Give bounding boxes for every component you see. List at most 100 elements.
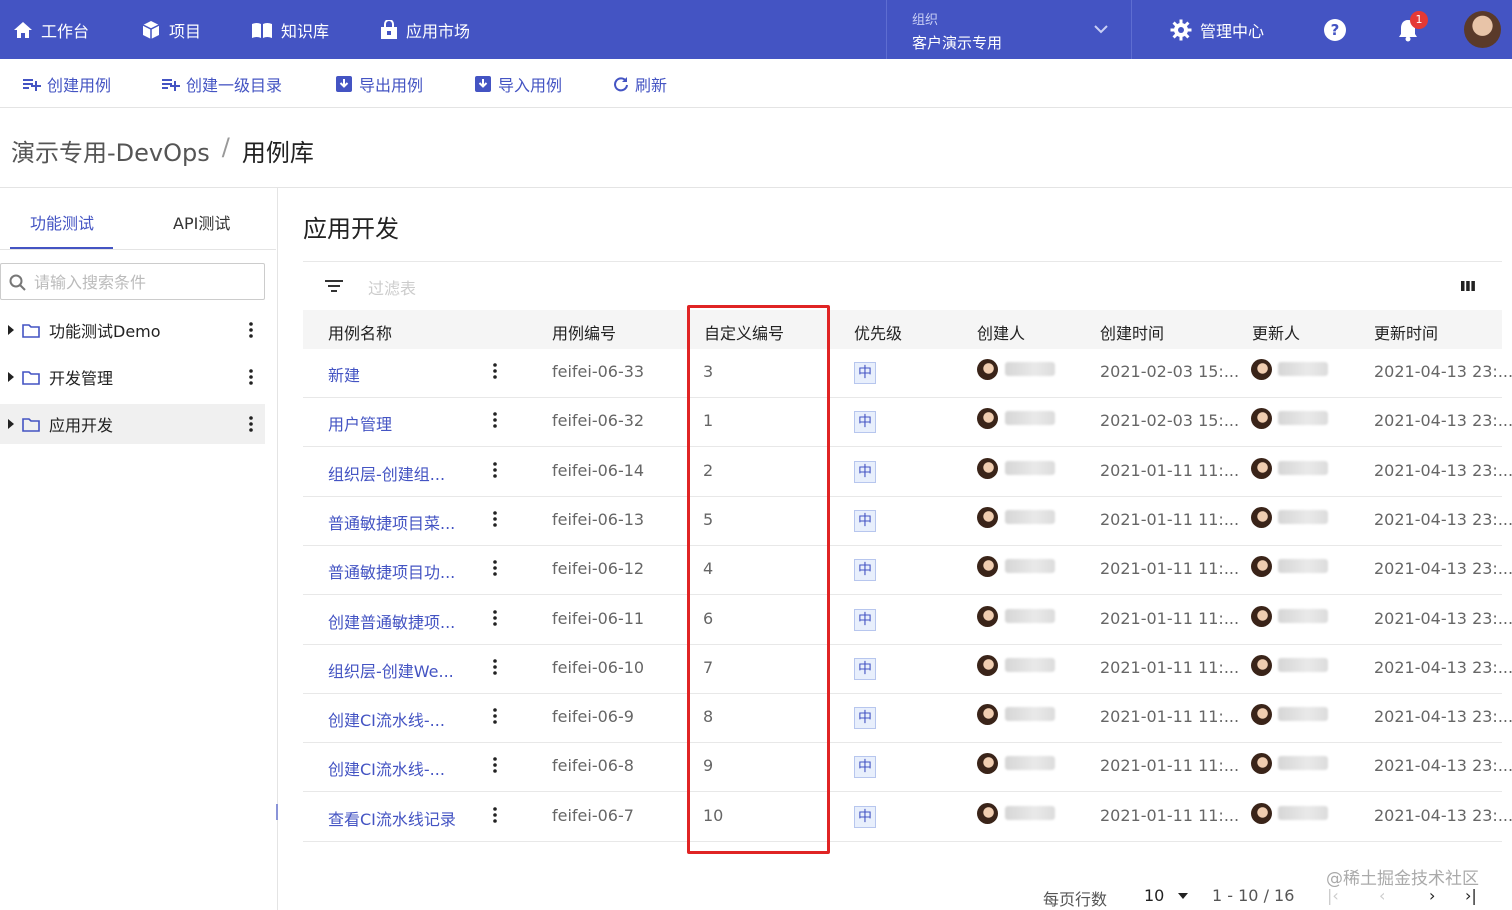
search-input[interactable] [34,270,254,294]
column-header[interactable]: 用例名称 [328,320,392,344]
column-header[interactable]: 更新时间 [1374,320,1438,344]
nav-knowledge-base[interactable]: 知识库 [251,0,329,59]
more-vertical-icon[interactable] [493,659,497,675]
tree-item-functional-demo[interactable]: 功能测试Demo [0,310,265,350]
updater-name-redacted [1278,756,1328,770]
more-vertical-icon[interactable] [493,708,497,724]
nav-workbench-label: 工作台 [41,21,90,41]
table-filter-input[interactable] [368,276,668,300]
help-icon[interactable]: ? [1324,19,1346,41]
table-row[interactable]: 用户管理 feifei-06-32 1 中 2021-02-03 15:... 2021-… [303,398,1512,447]
caret-right-icon[interactable] [0,419,22,429]
more-vertical-icon[interactable] [493,807,497,823]
case-name-link[interactable]: 新建 [328,362,360,386]
case-code: feifei-06-13 [552,510,645,529]
org-switcher[interactable]: 组织 客户演示专用 [886,0,1132,59]
custom-number: 4 [703,559,714,578]
updated-time: 2021-04-13 23:... [1374,411,1512,430]
updated-time: 2021-04-13 23:... [1374,362,1512,381]
updater-name-redacted [1278,806,1328,820]
nav-workbench[interactable]: 工作台 [13,0,89,59]
priority-badge: 中 [854,559,876,581]
custom-number: 6 [703,609,714,628]
creator-avatar [977,359,998,380]
tab-api-test[interactable]: API测试 [173,210,230,234]
add-list-icon [162,78,180,91]
nav-projects[interactable]: 项目 [141,0,201,59]
search-icon [9,274,26,291]
more-vertical-icon[interactable] [493,462,497,478]
column-header[interactable]: 自定义编号 [704,320,784,344]
admin-center-button[interactable]: 管理中心 [1170,0,1264,59]
caret-right-icon[interactable] [0,372,22,382]
refresh-button[interactable]: 刷新 [613,59,667,108]
updater-avatar [1251,606,1272,627]
case-code: feifei-06-32 [552,411,645,430]
rows-per-page-select[interactable]: 10 [1144,886,1189,905]
table-row[interactable]: 查看CI流水线记录 feifei-06-7 10 中 2021-01-11 11:...… [303,793,1512,842]
case-name-link[interactable]: 查看CI流水线记录 [328,806,456,830]
table-row[interactable]: 创建普通敏捷项... feifei-06-11 6 中 2021-01-11 11:..… [303,596,1512,645]
table-row[interactable]: 组织层-创建We... feifei-06-10 7 中 2021-01-11 11:.… [303,645,1512,694]
export-cases-button[interactable]: 导出用例 [335,59,423,108]
create-directory-label: 创建一级目录 [186,75,283,95]
case-name-link[interactable]: 普通敏捷项目菜... [328,510,455,534]
more-vertical-icon[interactable] [493,363,497,379]
column-settings-icon[interactable] [1461,280,1475,292]
creator-avatar [977,458,998,479]
export-icon [336,75,352,92]
table-row[interactable]: 创建CI流水线-... feifei-06-9 8 中 2021-01-11 11:..… [303,694,1512,743]
priority-badge: 中 [854,461,876,483]
created-time: 2021-01-11 11:... [1100,510,1240,529]
table-row[interactable]: 普通敏捷项目菜... feifei-06-13 5 中 2021-01-11 11:..… [303,497,1512,546]
column-header[interactable]: 创建时间 [1100,320,1164,344]
import-cases-button[interactable]: 导入用例 [474,59,562,108]
column-header[interactable]: 创建人 [977,320,1025,344]
updater-name-redacted [1278,707,1328,721]
case-name-link[interactable]: 普通敏捷项目功... [328,559,455,583]
creator-avatar [977,556,998,577]
case-name-link[interactable]: 创建CI流水线-... [328,707,445,731]
add-list-icon [23,78,41,91]
table-row[interactable]: 创建CI流水线-... feifei-06-8 9 中 2021-01-11 11:..… [303,743,1512,792]
column-header[interactable]: 优先级 [854,320,902,344]
tree-item-app-development[interactable]: 应用开发 [0,404,265,444]
updated-time: 2021-04-13 23:... [1374,609,1512,628]
more-vertical-icon[interactable] [493,757,497,773]
breadcrumb-project[interactable]: 演示专用-DevOps [11,133,210,168]
table-row[interactable]: 普通敏捷项目功... feifei-06-12 4 中 2021-01-11 11:..… [303,546,1512,595]
tab-functional-test[interactable]: 功能测试 [30,210,94,234]
column-header[interactable]: 更新人 [1252,320,1300,344]
divider [303,261,1502,262]
creator-avatar [977,803,998,824]
case-name-link[interactable]: 组织层-创建组... [328,461,445,485]
table-row[interactable]: 组织层-创建组... feifei-06-14 2 中 2021-01-11 11:..… [303,448,1512,497]
create-directory-button[interactable]: 创建一级目录 [162,59,282,108]
caret-right-icon[interactable] [0,325,22,335]
column-header[interactable]: 用例编号 [552,320,616,344]
nav-knowledge-base-label: 知识库 [281,21,330,41]
case-code: feifei-06-33 [552,362,645,381]
admin-center-label: 管理中心 [1200,21,1265,41]
create-case-button[interactable]: 创建用例 [23,59,111,108]
nav-app-market[interactable]: 应用市场 [380,0,470,59]
filter-icon[interactable] [325,279,343,293]
case-name-link[interactable]: 用户管理 [328,411,392,435]
more-vertical-icon[interactable] [249,369,253,385]
more-vertical-icon[interactable] [493,610,497,626]
case-name-link[interactable]: 创建CI流水线-... [328,756,445,780]
table-row[interactable]: 新建 feifei-06-33 3 中 2021-02-03 15:... 2021-04… [303,349,1512,398]
created-time: 2021-01-11 11:... [1100,756,1240,775]
more-vertical-icon[interactable] [249,416,253,432]
tree-item-dev-management[interactable]: 开发管理 [0,357,265,397]
case-name-link[interactable]: 创建普通敏捷项... [328,609,455,633]
more-vertical-icon[interactable] [493,511,497,527]
more-vertical-icon[interactable] [249,322,253,338]
updated-time: 2021-04-13 23:... [1374,707,1512,726]
case-name-link[interactable]: 组织层-创建We... [328,658,454,682]
more-vertical-icon[interactable] [493,412,497,428]
custom-number: 5 [703,510,714,529]
user-avatar[interactable] [1464,11,1501,48]
sidebar-resize-handle[interactable] [276,804,278,820]
more-vertical-icon[interactable] [493,560,497,576]
